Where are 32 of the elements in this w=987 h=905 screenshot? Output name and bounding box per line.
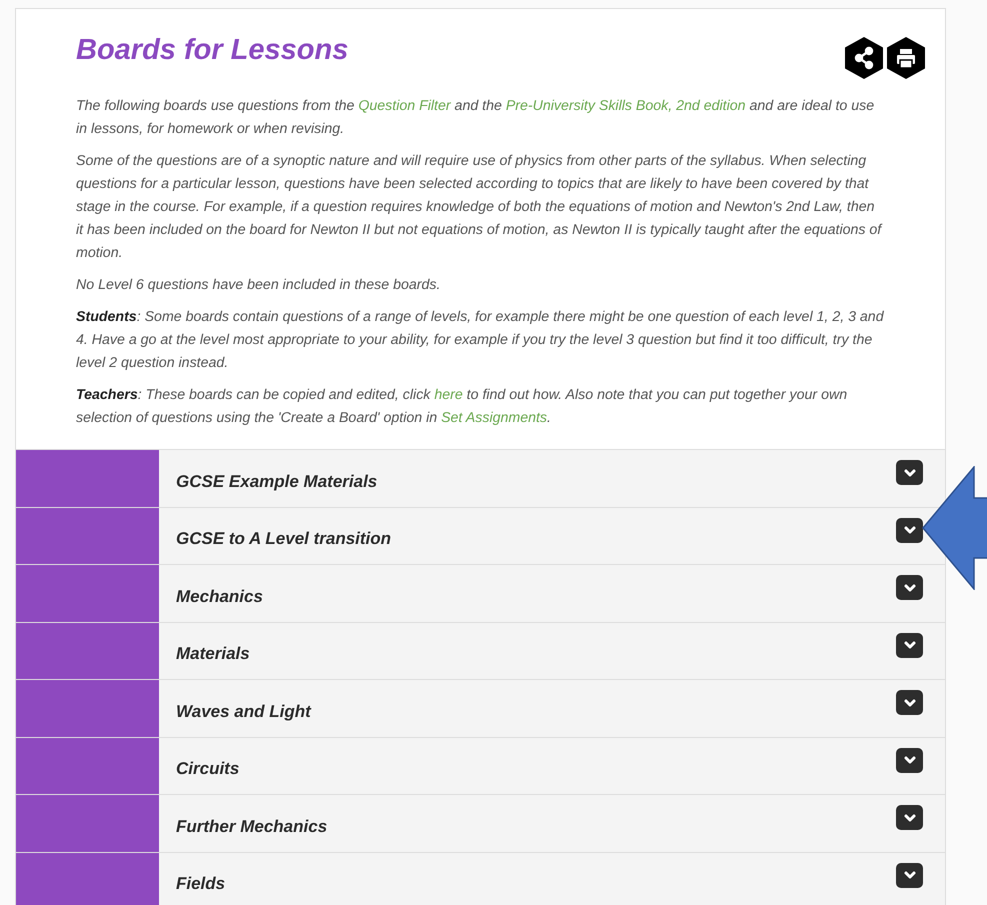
expand-button[interactable] [896, 862, 923, 888]
print-button[interactable] [887, 37, 925, 79]
expand-button[interactable] [896, 690, 923, 715]
board-title[interactable]: Circuits [159, 756, 240, 782]
paragraph: Students: Some boards contain questions of a range of levels, for example there might be one question of each level 1, 2, 3 and 4. Have a go at the level most appropriate to your ability, for example if you try the level 3 question but find it too difficult, try the level 2 question instead. [76, 308, 885, 373]
board-row[interactable]: Materials [16, 622, 945, 679]
board-title[interactable]: Further Mechanics [159, 814, 328, 839]
board-row[interactable]: Further Mechanics [16, 794, 945, 852]
board-row[interactable]: Mechanics [16, 564, 945, 622]
page-title: Boards for Lessons [76, 33, 348, 68]
share-button[interactable] [845, 37, 883, 79]
paragraph: Some of the questions are of a synoptic nature and will require use of physics from other parts of the syllabus. When selecting questions for a particular lesson, questions have been selected according to topics that are likely to have been covered by that stage in the course. For example, if a question requires knowledge of both the equations of motion and Newton's 2nd Law, then it has been included on the board for Newton II but not equations of motion, as Newton II is typically taught after the equations of motion. [76, 152, 884, 263]
board-title[interactable]: Waves and Light [159, 698, 311, 724]
board-row[interactable]: GCSE to A Level transition [16, 506, 945, 564]
paragraph: The following boards use questions from the Question Filter and the Pre-University Skills Book, 2nd edition and are ideal to use in lessons, for homework or when revising. [76, 97, 876, 139]
board-row[interactable]: Waves and Light [16, 679, 945, 736]
board-title[interactable]: GCSE to A Level transition [159, 526, 392, 552]
board-title[interactable]: Materials [159, 641, 250, 666]
board-row[interactable]: Circuits [16, 736, 945, 794]
board-title[interactable]: Fields [159, 871, 226, 896]
board-title[interactable]: Mechanics [159, 584, 263, 609]
expand-button[interactable] [896, 460, 923, 485]
expand-button[interactable] [896, 632, 923, 658]
paragraph: No Level 6 questions have been included in these boards. [76, 276, 442, 295]
expand-button[interactable] [896, 575, 923, 600]
expand-button[interactable] [896, 805, 923, 830]
paragraph: Teachers: These boards can be copied and edited, click here to find out how. Also note that you can put together your own selection of questions using the 'Create a Board' option in Set Assignments. [76, 386, 848, 428]
board-row[interactable]: GCSE Example Materials [16, 449, 945, 506]
expand-button[interactable] [896, 518, 923, 542]
board-title[interactable]: GCSE Example Materials [159, 468, 378, 494]
board-row[interactable]: Fields [16, 852, 945, 905]
expand-button[interactable] [896, 748, 923, 772]
